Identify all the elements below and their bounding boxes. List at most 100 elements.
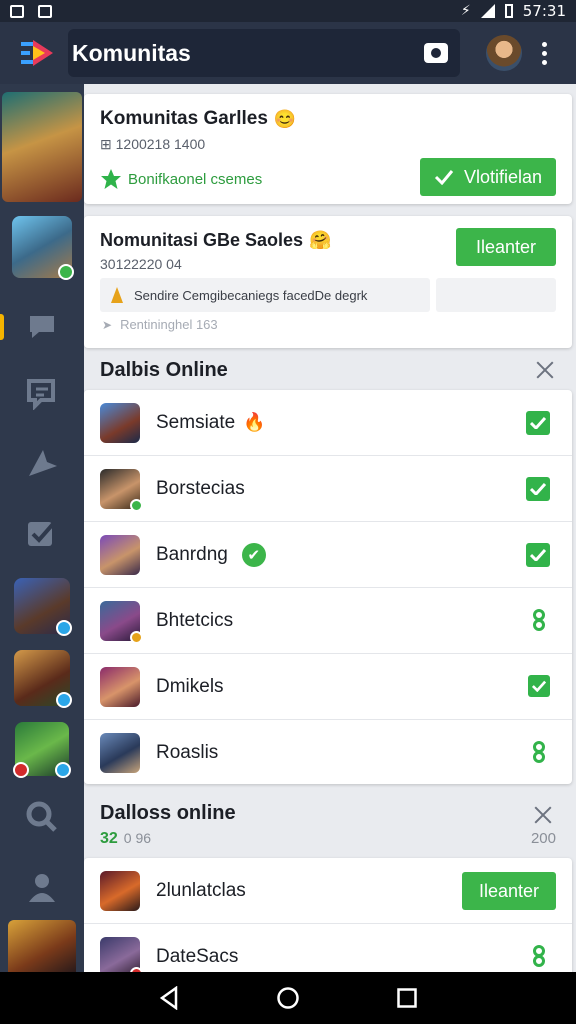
checkbox-checked[interactable] bbox=[528, 675, 550, 697]
card-emoji: 😊 bbox=[273, 108, 297, 129]
list-item[interactable]: 2lunlatclas Ileanter bbox=[84, 858, 572, 924]
online-count: 32 bbox=[100, 830, 118, 847]
sidebar-search[interactable] bbox=[0, 800, 84, 834]
description-text: Sendire Cemgibecaniegs facedDe degrk bbox=[134, 287, 368, 303]
list-item[interactable]: Bhtetcics bbox=[84, 588, 572, 654]
hint-text: Rentininghel 163 bbox=[120, 317, 218, 332]
close-icon[interactable] bbox=[534, 806, 552, 824]
user-avatar[interactable] bbox=[486, 35, 522, 71]
secondary-field[interactable] bbox=[436, 278, 556, 312]
user-avatar bbox=[100, 534, 140, 575]
checkbox-checked[interactable] bbox=[526, 411, 550, 435]
checkbox-checked[interactable] bbox=[526, 543, 550, 567]
sync-icon[interactable] bbox=[528, 741, 550, 763]
notification-badge bbox=[13, 762, 29, 778]
online-meta: 0 96 bbox=[123, 830, 152, 846]
user-name: Bhtetcics bbox=[156, 609, 234, 631]
checkbox-checked[interactable] bbox=[526, 477, 550, 501]
list-item[interactable]: Semsiate 🔥 bbox=[84, 390, 572, 456]
community-avatar bbox=[14, 650, 72, 708]
pin-icon: ➤ bbox=[102, 317, 113, 332]
page-title: Komunitas bbox=[72, 39, 191, 66]
user-name: Dmikels bbox=[156, 675, 224, 697]
community-avatar bbox=[2, 92, 82, 202]
explore-icon bbox=[29, 450, 57, 476]
notification-button-label: Vlotifielan bbox=[463, 166, 543, 187]
community-avatar bbox=[8, 920, 76, 972]
battery-icon bbox=[504, 4, 513, 18]
sidebar-community-4[interactable] bbox=[0, 650, 84, 708]
sync-icon[interactable] bbox=[528, 609, 550, 631]
sidebar-community-5[interactable] bbox=[0, 722, 84, 778]
card-emoji: 🤗 bbox=[309, 230, 332, 250]
wifi-icon: ⚡ bbox=[460, 3, 471, 19]
enter-button[interactable]: Ileanter bbox=[462, 872, 556, 910]
user-name: Roaslis bbox=[156, 742, 219, 763]
online-header-2: Dalloss online 32 0 96 200 bbox=[84, 794, 576, 858]
home-icon[interactable] bbox=[276, 986, 300, 1010]
signal-icon bbox=[480, 4, 495, 18]
list-item[interactable]: Dmikels bbox=[84, 654, 572, 720]
card-title: Komunitas Garlles bbox=[100, 108, 268, 129]
app-notification-icon bbox=[38, 4, 52, 18]
community-avatar bbox=[14, 578, 72, 636]
online-list-2: 2lunlatclas Ileanter DateSacs bbox=[84, 858, 572, 972]
sidebar-community-3[interactable] bbox=[0, 578, 84, 636]
check-icon bbox=[434, 170, 454, 185]
app-logo-icon[interactable] bbox=[16, 31, 60, 75]
user-avatar bbox=[100, 666, 140, 707]
list-item[interactable]: DateSacs bbox=[84, 924, 572, 972]
enter-button[interactable]: Ileanter bbox=[456, 228, 556, 266]
back-icon[interactable] bbox=[158, 986, 180, 1010]
user-name: Borstecias bbox=[156, 477, 245, 499]
user-avatar bbox=[100, 870, 140, 911]
fire-emoji: 🔥 bbox=[243, 412, 266, 432]
sidebar-community-2[interactable] bbox=[0, 216, 84, 280]
more-menu-icon[interactable] bbox=[542, 41, 548, 65]
sync-icon[interactable] bbox=[528, 945, 550, 967]
user-avatar bbox=[100, 600, 143, 644]
sidebar-explore[interactable] bbox=[0, 446, 84, 480]
user-avatar bbox=[100, 733, 140, 773]
app-bar: Komunitas bbox=[0, 22, 576, 84]
enter-button-label: Ileanter bbox=[478, 880, 540, 901]
sidebar-messages[interactable] bbox=[0, 376, 84, 410]
community-card-2[interactable]: Nomunitasi GBe Saoles 🤗 30122220 04 Ilea… bbox=[84, 216, 572, 348]
online-right-value: 200 bbox=[530, 830, 556, 847]
recents-icon[interactable] bbox=[396, 987, 418, 1009]
user-avatar bbox=[100, 937, 143, 972]
notification-button[interactable]: Vlotifielan bbox=[420, 158, 556, 196]
community-avatar bbox=[12, 216, 74, 280]
user-name: Semsiate bbox=[156, 411, 236, 433]
sidebar-community-main[interactable] bbox=[0, 92, 84, 202]
title-search-bar[interactable]: Komunitas bbox=[68, 29, 460, 77]
list-item[interactable]: Borstecias bbox=[84, 456, 572, 522]
chat-icon bbox=[30, 316, 54, 338]
verified-icon: ✔ bbox=[241, 542, 266, 567]
list-item[interactable]: Roaslis bbox=[84, 720, 572, 786]
search-icon bbox=[26, 801, 57, 832]
camera-icon[interactable] bbox=[424, 43, 448, 63]
user-name: Banrdng bbox=[156, 543, 228, 565]
close-icon[interactable] bbox=[536, 361, 554, 379]
system-nav-bar bbox=[0, 972, 576, 1024]
community-avatar bbox=[13, 722, 71, 778]
checklist-icon bbox=[28, 522, 55, 546]
user-name: 2lunlatclas bbox=[156, 879, 246, 901]
card-title: Nomunitasi GBe Saoles bbox=[100, 230, 304, 250]
sidebar-chat[interactable] bbox=[0, 308, 84, 342]
sidebar-community-6[interactable] bbox=[0, 920, 84, 972]
sidebar bbox=[0, 84, 84, 972]
status-badge bbox=[56, 620, 72, 636]
list-item[interactable]: Banrdng ✔ bbox=[84, 522, 572, 588]
sidebar-profile[interactable] bbox=[0, 870, 84, 904]
online-list: Semsiate 🔥 Borstecias Banrdng ✔ Bhtetcic… bbox=[84, 390, 572, 784]
community-card-1[interactable]: Komunitas Garlles 😊 ⊞ 1200218 1400 Bonif… bbox=[84, 94, 572, 204]
sidebar-tasks[interactable] bbox=[0, 516, 84, 550]
online-title: Dalbis Online bbox=[100, 358, 228, 381]
person-icon bbox=[29, 874, 55, 902]
description-field[interactable]: Sendire Cemgibecaniegs facedDe degrk bbox=[100, 278, 430, 312]
main-content: Komunitas Garlles 😊 ⊞ 1200218 1400 Bonif… bbox=[84, 84, 576, 972]
enter-button-label: Ileanter bbox=[475, 236, 537, 257]
gallery-notification-icon bbox=[10, 4, 24, 18]
